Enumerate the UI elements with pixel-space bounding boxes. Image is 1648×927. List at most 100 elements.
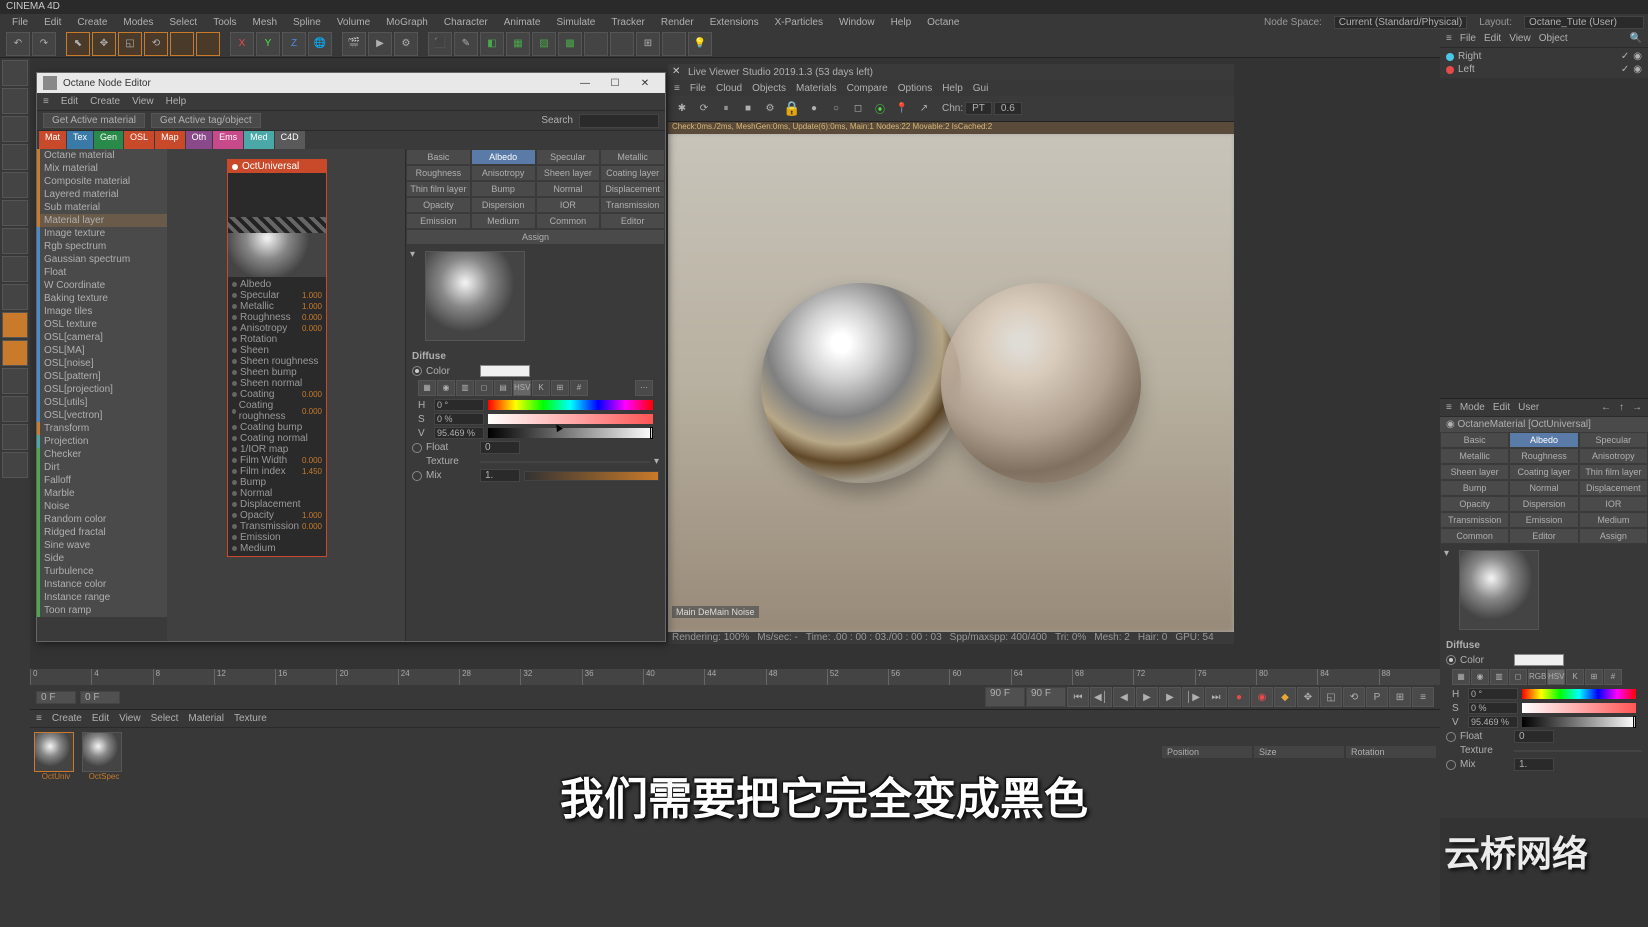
close-button[interactable]: ✕ [631,78,659,89]
attr-tab[interactable]: Displacement [1579,480,1648,496]
node-port[interactable]: Sheen bump [230,367,324,378]
attr-hue-slider[interactable] [1522,689,1636,699]
sidebar-item[interactable]: Gaussian spectrum [37,253,167,266]
sidebar-item[interactable]: Falloff [37,474,167,487]
om-menu-edit[interactable]: Edit [1484,33,1501,44]
ne-tab-ems[interactable]: Ems [213,131,243,149]
s-value[interactable]: 0 % [434,413,484,425]
rail-btn-7[interactable] [2,228,28,254]
attr-tab[interactable]: Medium [1579,512,1648,528]
pen-button[interactable]: ✎ [454,32,478,56]
ne-tab-tex[interactable]: Tex [67,131,93,149]
attr-val-slider[interactable] [1522,717,1636,727]
port-dot-icon[interactable] [232,524,237,529]
float-radio[interactable] [412,443,422,453]
rail-btn-14[interactable] [2,424,28,450]
sidebar-item[interactable]: OSL texture [37,318,167,331]
attr-tab[interactable]: Emission [1509,512,1578,528]
node-space-dropdown[interactable]: Current (Standard/Physical) [1334,16,1467,29]
attr-cm-1[interactable]: ▦ [1452,669,1470,685]
maximize-button[interactable]: ☐ [601,78,629,89]
lv-menu-options[interactable]: Options [898,83,932,94]
key-button-7[interactable]: ≡ [1412,687,1434,707]
timeline-start-field[interactable]: 0 F [36,691,76,704]
menu-spline[interactable]: Spline [285,17,329,28]
z-axis-button[interactable]: Z [282,32,306,56]
play-button[interactable]: ▶ [1136,687,1158,707]
prim-button-3[interactable]: ▨ [532,32,556,56]
lv-pause-button[interactable]: ⏸ [716,99,736,119]
node-port[interactable]: 1/IOR map [230,444,324,455]
live-viewer-titlebar[interactable]: ✕ Live Viewer Studio 2019.1.3 (53 days l… [668,64,1234,80]
attr-texture-field[interactable] [1514,750,1642,752]
sidebar-item[interactable]: Turbulence [37,565,167,578]
port-dot-icon[interactable] [232,546,237,551]
mix-field[interactable]: 1. [480,469,520,482]
prop-tab[interactable]: Emission [406,213,471,229]
prop-tab[interactable]: Albedo [471,149,536,165]
sidebar-item[interactable]: OSL[MA] [37,344,167,357]
sidebar-item[interactable]: Sine wave [37,539,167,552]
ne-tab-oth[interactable]: Oth [186,131,213,149]
attr-nav-back[interactable]: ← [1601,402,1611,413]
attr-cm-k[interactable]: K [1566,669,1584,685]
color-mode-4[interactable]: ◻ [475,380,493,396]
prim-button-4[interactable]: ▩ [558,32,582,56]
lv-lock-button[interactable]: 🔒 [782,99,802,119]
lv-menu-compare[interactable]: Compare [847,83,888,94]
get-active-material-button[interactable]: Get Active material [43,113,145,128]
attr-h-value[interactable]: 0 ° [1468,688,1518,700]
prop-tab[interactable]: Assign [406,229,665,245]
render-settings-button[interactable]: ⚙ [394,32,418,56]
layout-dropdown[interactable]: Octane_Tute (User) [1524,16,1644,29]
port-dot-icon[interactable] [232,480,237,485]
lv-close-icon[interactable]: ✕ [672,66,684,78]
cube-button[interactable]: ⬛ [428,32,452,56]
key-button-4[interactable]: ⟲ [1343,687,1365,707]
lv-send-button[interactable]: ✱ [672,99,692,119]
attr-color-radio[interactable] [1446,655,1456,665]
lv-menu-cloud[interactable]: Cloud [716,83,742,94]
node-port[interactable]: Transmission0.000 [230,521,324,532]
node-port[interactable]: Film Width0.000 [230,455,324,466]
prim-button-5[interactable] [584,32,608,56]
timeline-start2-field[interactable]: 0 F [80,691,120,704]
menu-mesh[interactable]: Mesh [245,17,285,28]
attr-color-swatch[interactable] [1514,654,1564,666]
menu-tools[interactable]: Tools [205,17,244,28]
lv-menu-gui[interactable]: Gui [973,83,989,94]
node-port[interactable]: Normal [230,488,324,499]
collapse-icon[interactable]: ▾ [1440,544,1453,636]
sidebar-item[interactable]: Image tiles [37,305,167,318]
move-tool-button[interactable]: ✥ [92,32,116,56]
port-dot-icon[interactable] [232,326,237,331]
node-editor-titlebar[interactable]: Octane Node Editor — ☐ ✕ [37,73,665,93]
attr-cm-grid[interactable]: ⊞ [1585,669,1603,685]
sidebar-item[interactable]: Instance color [37,578,167,591]
sidebar-item[interactable]: OSL[utils] [37,396,167,409]
lv-menu-objects[interactable]: Objects [752,83,786,94]
mm-menu-create[interactable]: Create [52,713,82,724]
prim-button-1[interactable]: ◧ [480,32,504,56]
autokey-button[interactable]: ◉ [1251,687,1273,707]
sidebar-item[interactable]: Sub material [37,201,167,214]
node-port[interactable]: Displacement [230,499,324,510]
sidebar-item[interactable]: Composite material [37,175,167,188]
rail-btn-15[interactable] [2,452,28,478]
ne-menu-edit[interactable]: Edit [61,96,78,107]
attr-menu-user[interactable]: User [1518,402,1539,413]
node-port[interactable]: Coating roughness0.000 [230,400,324,422]
menu-window[interactable]: Window [831,17,883,28]
node-port[interactable]: Specular1.000 [230,290,324,301]
lv-refresh-button[interactable]: ⟳ [694,99,714,119]
lv-menu-materials[interactable]: Materials [796,83,837,94]
mm-menu-texture[interactable]: Texture [234,713,267,724]
prop-tab[interactable]: Opacity [406,197,471,213]
port-dot-icon[interactable] [232,409,236,414]
menu-octane[interactable]: Octane [919,17,967,28]
prop-tab[interactable]: Normal [536,181,601,197]
sidebar-item[interactable]: Layered material [37,188,167,201]
menu-modes[interactable]: Modes [115,17,161,28]
node-editor-sidebar[interactable]: Octane materialMix materialComposite mat… [37,149,167,641]
port-dot-icon[interactable] [232,282,237,287]
